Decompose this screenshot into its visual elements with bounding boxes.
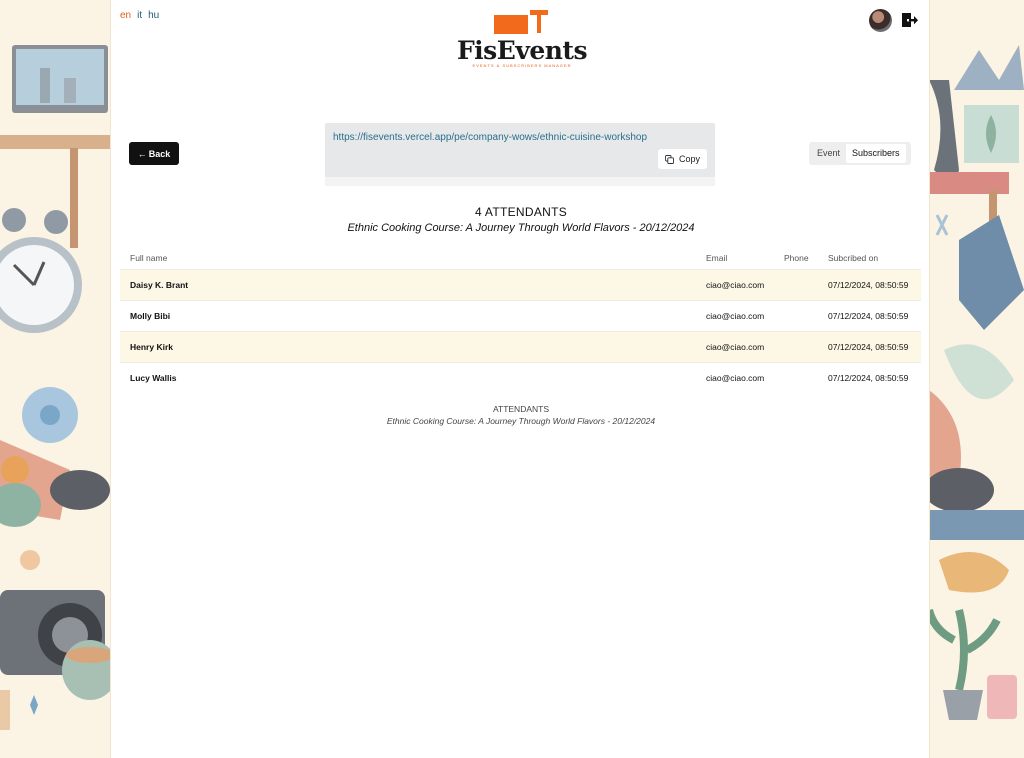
- logo-mark-icon: [494, 10, 548, 34]
- footer-title: ATTENDANTS: [492, 404, 550, 414]
- table-row[interactable]: Molly Bibi ciao@ciao.com 07/12/2024, 08:…: [120, 300, 921, 331]
- user-avatar[interactable]: [869, 9, 892, 32]
- copy-button[interactable]: Copy: [657, 149, 707, 169]
- column-header-phone: Phone: [784, 253, 809, 263]
- column-header-email: Email: [706, 253, 728, 263]
- attendants-table: Full name Email Phone Subcribed on Daisy…: [120, 247, 921, 393]
- cell-name: Henry Kirk: [130, 342, 173, 352]
- arrow-left-icon: ←: [137, 148, 147, 159]
- cell-name: Molly Bibi: [130, 311, 171, 321]
- toggle-event[interactable]: Event: [811, 144, 846, 163]
- column-header-name: Full name: [130, 253, 168, 263]
- column-header-subscribed: Subcribed on: [828, 253, 879, 263]
- table-row[interactable]: Lucy Wallis ciao@ciao.com 07/12/2024, 08…: [120, 362, 921, 393]
- logo-tagline: EVENTS & SUBSCRIBERS MANAGER: [472, 63, 572, 68]
- footer-subtitle: Ethnic Cooking Course: A Journey Through…: [386, 416, 656, 426]
- share-url[interactable]: https://fisevents.vercel.app/pe/company-…: [333, 132, 647, 143]
- main-content: en it hu FisEvents EVENTS & SUBSCRIBERS …: [110, 0, 930, 758]
- table-row[interactable]: Henry Kirk ciao@ciao.com 07/12/2024, 08:…: [120, 331, 921, 362]
- cell-email: ciao@ciao.com: [706, 373, 765, 383]
- table-header: Full name Email Phone Subcribed on: [120, 247, 921, 269]
- decorative-background-right: [929, 0, 1024, 758]
- cell-email: ciao@ciao.com: [706, 311, 765, 321]
- cell-name: Daisy K. Brant: [130, 280, 189, 290]
- cell-subscribed: 07/12/2024, 08:50:59: [828, 342, 909, 352]
- cell-email: ciao@ciao.com: [706, 280, 765, 290]
- decorative-background-left: [0, 0, 110, 758]
- back-button[interactable]: ← Back: [129, 142, 179, 165]
- view-toggle: Event Subscribers: [809, 142, 911, 165]
- language-option-hu[interactable]: hu: [148, 10, 159, 21]
- share-url-box: https://fisevents.vercel.app/pe/company-…: [325, 123, 715, 186]
- language-switcher: en it hu: [120, 10, 159, 21]
- copy-button-label: Copy: [678, 154, 700, 164]
- cell-subscribed: 07/12/2024, 08:50:59: [828, 311, 909, 321]
- language-option-it[interactable]: it: [137, 10, 142, 21]
- copy-icon: [665, 154, 674, 164]
- language-option-en[interactable]: en: [120, 10, 131, 21]
- cell-subscribed: 07/12/2024, 08:50:59: [828, 280, 909, 290]
- app-logo[interactable]: FisEvents EVENTS & SUBSCRIBERS MANAGER: [451, 8, 593, 68]
- logo-wordmark: FisEvents: [456, 36, 588, 65]
- back-button-label: Back: [148, 148, 171, 159]
- logout-icon[interactable]: [901, 11, 919, 29]
- table-row[interactable]: Daisy K. Brant ciao@ciao.com 07/12/2024,…: [120, 269, 921, 300]
- cell-subscribed: 07/12/2024, 08:50:59: [828, 373, 909, 383]
- page-title: 4 ATTENDANTS: [474, 205, 568, 219]
- cell-email: ciao@ciao.com: [706, 342, 765, 352]
- event-subtitle: Ethnic Cooking Course: A Journey Through…: [347, 222, 695, 234]
- cell-name: Lucy Wallis: [130, 373, 177, 383]
- toggle-subscribers[interactable]: Subscribers: [846, 144, 906, 163]
